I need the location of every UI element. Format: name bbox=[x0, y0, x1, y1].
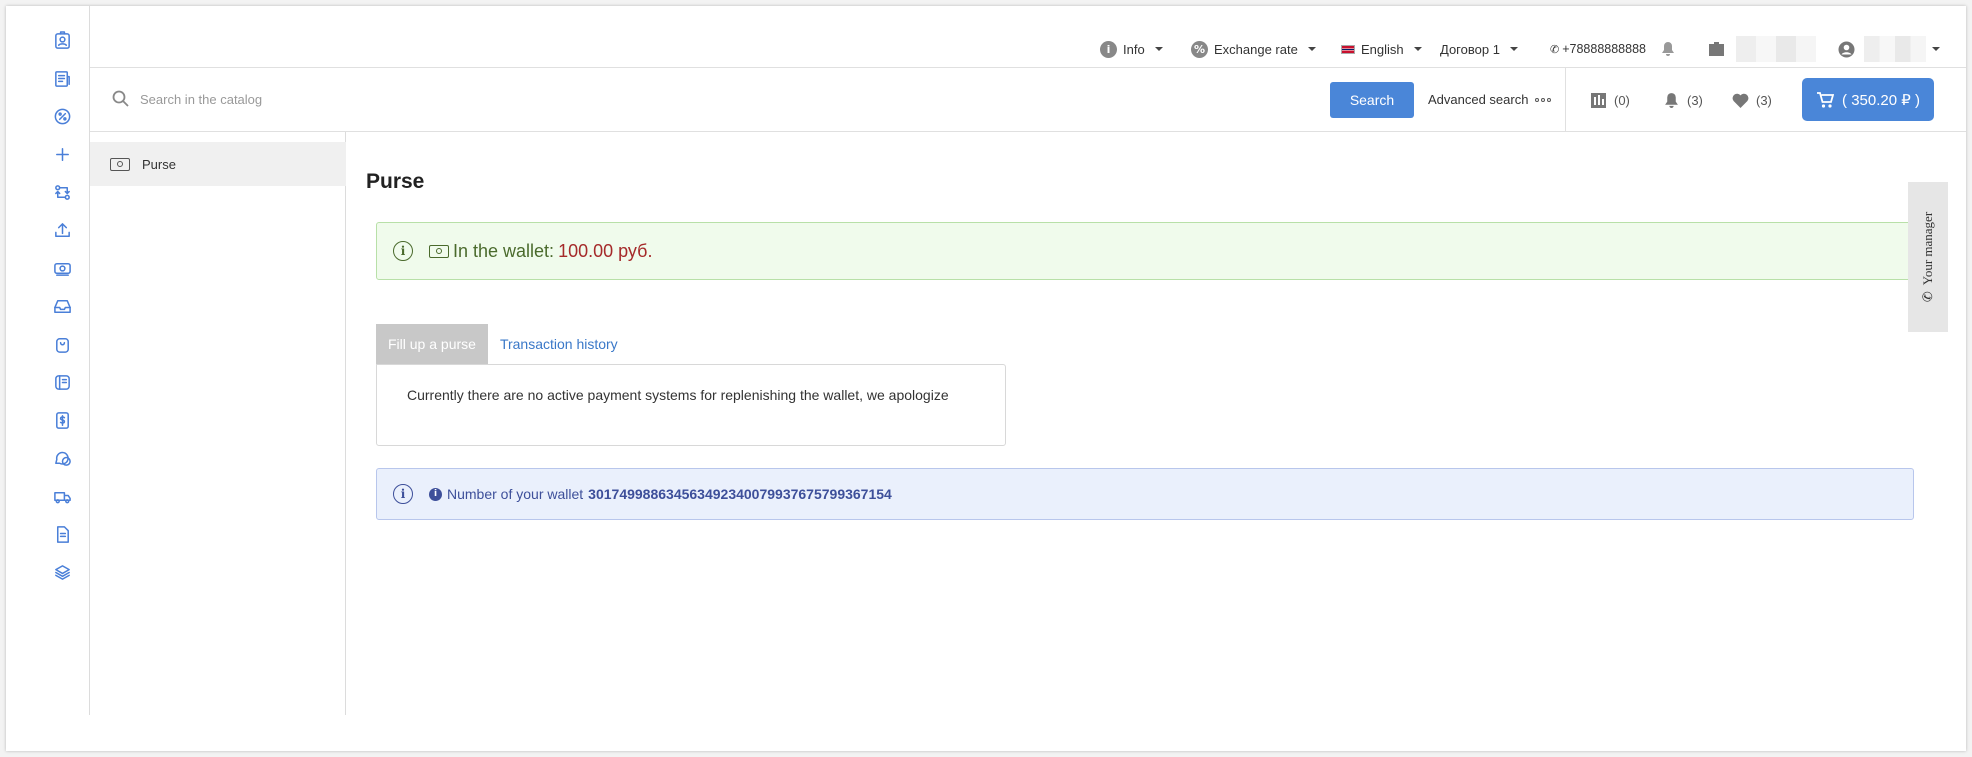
sidebar-item-label: Purse bbox=[142, 156, 176, 172]
purse-tabs: Fill up a purse Transaction history bbox=[376, 324, 630, 364]
search-input[interactable] bbox=[140, 88, 1040, 110]
chevron-down-icon bbox=[1307, 47, 1316, 51]
chevron-down-icon bbox=[1413, 47, 1422, 51]
bell-icon[interactable] bbox=[1660, 39, 1676, 59]
your-manager-label: Your manager bbox=[1920, 211, 1936, 286]
language-menu[interactable]: English bbox=[1341, 39, 1422, 59]
section-nav: Purse bbox=[90, 132, 346, 715]
chevron-down-icon bbox=[1154, 47, 1163, 51]
no-payment-systems-message: Currently there are no active payment sy… bbox=[407, 387, 949, 403]
tab-transaction-history[interactable]: Transaction history bbox=[488, 324, 630, 364]
wallet-balance-prefix: In the wallet: bbox=[453, 240, 555, 261]
advanced-search-label: Advanced search bbox=[1428, 92, 1529, 107]
info-menu-label: Info bbox=[1123, 41, 1145, 57]
exchange-icon[interactable] bbox=[50, 180, 74, 204]
phone-number: +78888888888 bbox=[1562, 42, 1646, 56]
wallet-number-label: Number of your wallet bbox=[447, 486, 584, 502]
info-dot-icon: i bbox=[429, 487, 442, 501]
exchange-rate-label: Exchange rate bbox=[1214, 41, 1298, 57]
contract-label: Договор 1 bbox=[1440, 41, 1500, 57]
invoice-icon[interactable] bbox=[50, 408, 74, 432]
tab-panel: Currently there are no active payment sy… bbox=[376, 364, 1006, 446]
phone-link[interactable]: ✆ +78888888888 bbox=[1550, 39, 1646, 59]
chat-icon[interactable] bbox=[50, 446, 74, 470]
money-icon bbox=[429, 244, 449, 258]
cart-icon bbox=[1817, 91, 1835, 108]
cart-total: ( 350.20 ₽ ) bbox=[1842, 91, 1920, 109]
wallet-number: 301749988634563492340079937675799367154 bbox=[588, 486, 892, 502]
account-icon[interactable] bbox=[1838, 39, 1855, 59]
page-title: Purse bbox=[366, 170, 425, 193]
tab-fill-up[interactable]: Fill up a purse bbox=[376, 324, 488, 364]
redacted-company bbox=[1736, 36, 1816, 62]
money-icon bbox=[110, 157, 130, 171]
file-icon[interactable] bbox=[50, 522, 74, 546]
discount-icon[interactable] bbox=[50, 104, 74, 128]
account-menu-toggle[interactable] bbox=[1928, 39, 1940, 59]
compare-icon bbox=[1591, 93, 1606, 108]
compare-counter[interactable]: (0) bbox=[1590, 92, 1630, 109]
user-badge-icon[interactable] bbox=[50, 28, 74, 52]
favorites-counter[interactable]: (3) bbox=[1732, 92, 1772, 109]
notifications-count: (3) bbox=[1687, 93, 1703, 108]
more-dots-icon bbox=[1535, 97, 1552, 102]
cart-button[interactable]: ( 350.20 ₽ ) bbox=[1802, 78, 1934, 121]
plus-icon[interactable] bbox=[50, 142, 74, 166]
favorites-count: (3) bbox=[1756, 93, 1772, 108]
chevron-down-icon bbox=[1509, 47, 1518, 51]
phone-icon: ✆ bbox=[1920, 291, 1936, 303]
search-bar: Search Advanced search (0) (3) (3) ( 350… bbox=[90, 68, 1966, 132]
notifications-counter[interactable]: (3) bbox=[1663, 92, 1703, 109]
info-icon: i bbox=[393, 241, 413, 261]
bag-icon[interactable] bbox=[50, 332, 74, 356]
wallet-number-alert: i i Number of your wallet 30174998863456… bbox=[376, 468, 1914, 520]
truck-icon[interactable] bbox=[50, 484, 74, 508]
chevron-down-icon bbox=[1932, 47, 1940, 51]
uk-flag-icon bbox=[1341, 44, 1355, 54]
sidebar-item-purse[interactable]: Purse bbox=[90, 142, 346, 186]
briefcase-icon[interactable] bbox=[1708, 39, 1725, 59]
heart-icon bbox=[1732, 93, 1749, 108]
upload-icon[interactable] bbox=[50, 218, 74, 242]
document-list-icon[interactable] bbox=[50, 66, 74, 90]
wallet-balance-alert: i In the wallet: 100.00 руб. bbox=[376, 222, 1911, 280]
phone-icon: ✆ bbox=[1550, 43, 1560, 56]
main-content: Purse i In the wallet: 100.00 руб. Fill … bbox=[346, 132, 1966, 715]
search-icon bbox=[112, 90, 129, 107]
exchange-rate-menu[interactable]: % Exchange rate bbox=[1191, 39, 1316, 59]
bell-icon bbox=[1665, 93, 1678, 108]
cash-icon[interactable] bbox=[50, 256, 74, 280]
layers-icon[interactable] bbox=[50, 560, 74, 584]
inbox-icon[interactable] bbox=[50, 294, 74, 318]
language-label: English bbox=[1361, 41, 1404, 57]
info-icon: i bbox=[393, 484, 413, 504]
search-button[interactable]: Search bbox=[1330, 82, 1414, 118]
app-window: i Info % Exchange rate English Договор 1… bbox=[6, 6, 1966, 751]
redacted-user bbox=[1864, 36, 1926, 62]
advanced-search-link[interactable]: Advanced search bbox=[1428, 92, 1552, 107]
contract-menu[interactable]: Договор 1 bbox=[1440, 39, 1518, 59]
divider bbox=[1565, 68, 1566, 132]
wallet-balance-amount: 100.00 руб. bbox=[558, 240, 653, 261]
top-bar: i Info % Exchange rate English Договор 1… bbox=[90, 6, 1966, 68]
your-manager-tab[interactable]: ✆ Your manager bbox=[1908, 182, 1948, 332]
info-icon: i bbox=[1100, 40, 1117, 58]
icon-rail bbox=[6, 6, 90, 715]
info-menu[interactable]: i Info bbox=[1100, 39, 1163, 59]
catalog-icon[interactable] bbox=[50, 370, 74, 394]
percent-icon: % bbox=[1191, 40, 1208, 58]
compare-count: (0) bbox=[1614, 93, 1630, 108]
